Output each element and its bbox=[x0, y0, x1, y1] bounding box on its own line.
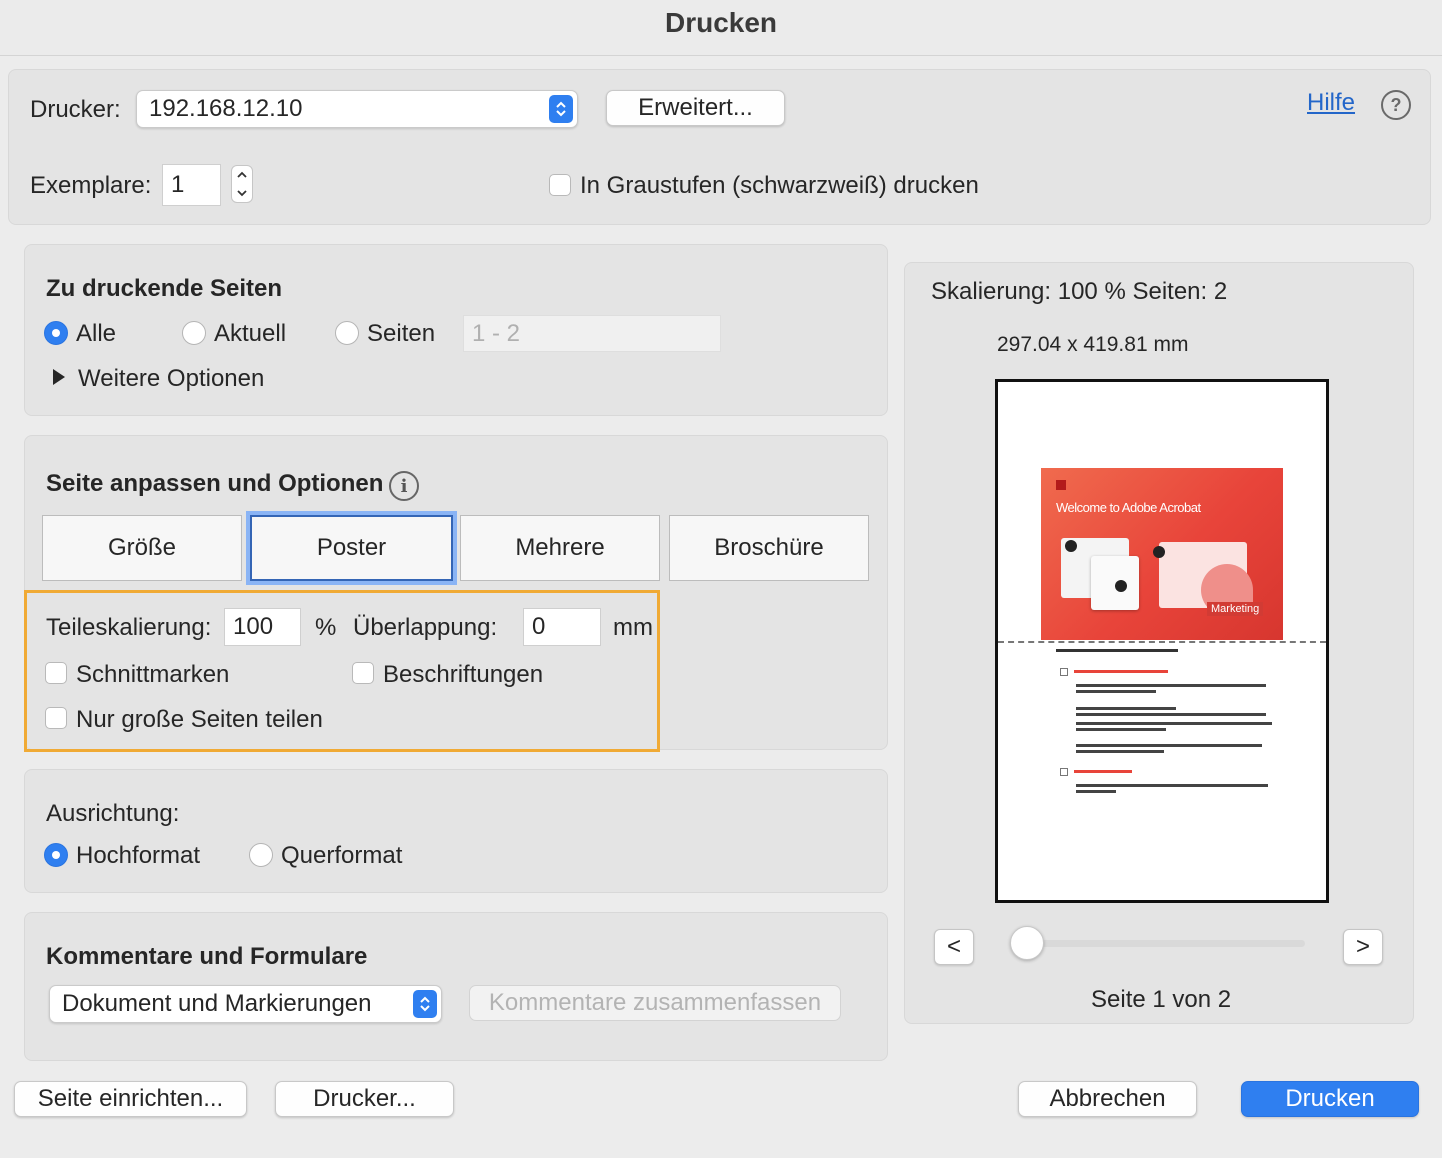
overlap-unit: mm bbox=[613, 614, 653, 641]
help-icon[interactable]: ? bbox=[1381, 90, 1411, 120]
radio-portrait-label: Hochformat bbox=[76, 842, 201, 869]
grayscale-checkbox[interactable] bbox=[549, 174, 571, 196]
cancel-button[interactable]: Abbrechen bbox=[1018, 1081, 1197, 1117]
tab-multiple[interactable]: Mehrere bbox=[460, 515, 660, 581]
more-options-label[interactable]: Weitere Optionen bbox=[78, 365, 264, 393]
info-icon[interactable]: i bbox=[389, 471, 419, 501]
page-slider-thumb[interactable] bbox=[1010, 926, 1044, 960]
orientation-label: Ausrichtung: bbox=[46, 800, 180, 827]
copies-input[interactable]: 1 bbox=[162, 164, 221, 206]
preview-page: Welcome to Adobe Acrobat Marketing bbox=[995, 379, 1329, 903]
tab-booklet[interactable]: Broschüre bbox=[669, 515, 869, 581]
tile-large-only-label: Nur große Seiten teilen bbox=[76, 706, 323, 733]
comments-select[interactable]: Dokument und Markierungen bbox=[49, 985, 442, 1023]
thumb-line bbox=[1076, 790, 1116, 793]
thumb-banner: Welcome to Adobe Acrobat Marketing bbox=[1041, 468, 1283, 640]
copies-label: Exemplare: bbox=[30, 172, 152, 199]
thumb-checkbox-icon bbox=[1060, 668, 1068, 676]
tile-scale-label: Teileskalierung: bbox=[46, 614, 212, 641]
cut-marks-label: Schnittmarken bbox=[76, 661, 230, 688]
thumb-line bbox=[1076, 690, 1156, 693]
tab-size[interactable]: Größe bbox=[42, 515, 242, 581]
thumb-tag: Marketing bbox=[1207, 602, 1264, 616]
thumb-dot-icon bbox=[1065, 540, 1077, 552]
print-button[interactable]: Drucken bbox=[1241, 1081, 1419, 1117]
thumb-line bbox=[1076, 713, 1266, 716]
printer-select-value: 192.168.12.10 bbox=[149, 95, 303, 122]
thumb-line bbox=[1076, 744, 1262, 747]
printer-select[interactable]: 192.168.12.10 bbox=[136, 90, 578, 128]
select-arrows-icon bbox=[549, 95, 573, 123]
tile-scale-input[interactable]: 100 bbox=[224, 608, 301, 646]
page-slider-track[interactable] bbox=[1016, 940, 1305, 947]
radio-current[interactable] bbox=[182, 321, 206, 345]
help-link[interactable]: Hilfe bbox=[1307, 89, 1355, 117]
pages-heading: Zu druckende Seiten bbox=[46, 275, 283, 302]
tab-poster[interactable]: Poster bbox=[250, 515, 453, 581]
thumb-red-line bbox=[1074, 670, 1168, 673]
disclosure-triangle-icon[interactable] bbox=[52, 368, 66, 386]
pages-range-input[interactable]: 1 - 2 bbox=[463, 315, 721, 352]
radio-landscape[interactable] bbox=[249, 843, 273, 867]
thumb-line bbox=[1076, 707, 1176, 710]
thumb-line bbox=[1076, 722, 1272, 725]
thumb-line bbox=[1076, 728, 1166, 731]
adobe-logo-icon bbox=[1056, 480, 1066, 490]
thumb-title: Welcome to Adobe Acrobat bbox=[1056, 500, 1201, 515]
page-dimensions: 297.04 x 419.81 mm bbox=[997, 333, 1189, 356]
comments-select-value: Dokument und Markierungen bbox=[62, 990, 372, 1017]
summarize-comments-button[interactable]: Kommentare zusammenfassen bbox=[469, 985, 841, 1021]
tile-scale-unit: % bbox=[315, 614, 337, 641]
orientation-group bbox=[24, 769, 888, 893]
grayscale-label: In Graustufen (schwarzweiß) drucken bbox=[580, 172, 979, 199]
thumb-line bbox=[1076, 750, 1164, 753]
next-page-button[interactable]: > bbox=[1343, 929, 1383, 965]
thumb-dot-icon bbox=[1153, 546, 1165, 558]
window-title: Drucken bbox=[0, 0, 1442, 56]
prev-page-button[interactable]: < bbox=[934, 929, 974, 965]
radio-current-label: Aktuell bbox=[214, 320, 287, 347]
overlap-input[interactable]: 0 bbox=[523, 608, 601, 646]
radio-all-label: Alle bbox=[76, 320, 117, 347]
radio-all[interactable] bbox=[44, 321, 68, 345]
tile-divider bbox=[998, 641, 1326, 643]
chevron-up-icon bbox=[237, 171, 247, 178]
radio-portrait[interactable] bbox=[44, 843, 68, 867]
labels-checkbox[interactable] bbox=[352, 662, 374, 684]
thumb-line bbox=[1056, 649, 1178, 652]
printer-button[interactable]: Drucker... bbox=[275, 1081, 454, 1117]
sizing-heading: Seite anpassen und Optionen bbox=[46, 470, 384, 497]
labels-label: Beschriftungen bbox=[383, 661, 544, 688]
printer-label: Drucker: bbox=[30, 96, 121, 123]
thumb-checkbox-icon bbox=[1060, 768, 1068, 776]
thumb-dot-icon bbox=[1115, 580, 1127, 592]
thumb-line bbox=[1076, 684, 1266, 687]
overlap-label: Überlappung: bbox=[353, 614, 498, 641]
page-indicator: Seite 1 von 2 bbox=[1091, 986, 1232, 1013]
cut-marks-checkbox[interactable] bbox=[45, 662, 67, 684]
page-setup-button[interactable]: Seite einrichten... bbox=[14, 1081, 247, 1117]
copies-stepper[interactable] bbox=[231, 165, 253, 203]
radio-pages-label: Seiten bbox=[367, 320, 436, 347]
select-arrows-icon bbox=[413, 990, 437, 1018]
thumb-red-line bbox=[1074, 770, 1132, 773]
advanced-button[interactable]: Erweitert... bbox=[606, 90, 785, 126]
scaling-text: Skalierung: 100 % Seiten: 2 bbox=[931, 278, 1228, 305]
thumb-line bbox=[1076, 784, 1268, 787]
comments-heading: Kommentare und Formulare bbox=[46, 943, 368, 970]
radio-landscape-label: Querformat bbox=[281, 842, 403, 869]
tile-large-only-checkbox[interactable] bbox=[45, 707, 67, 729]
chevron-down-icon bbox=[237, 190, 247, 197]
radio-pages[interactable] bbox=[335, 321, 359, 345]
